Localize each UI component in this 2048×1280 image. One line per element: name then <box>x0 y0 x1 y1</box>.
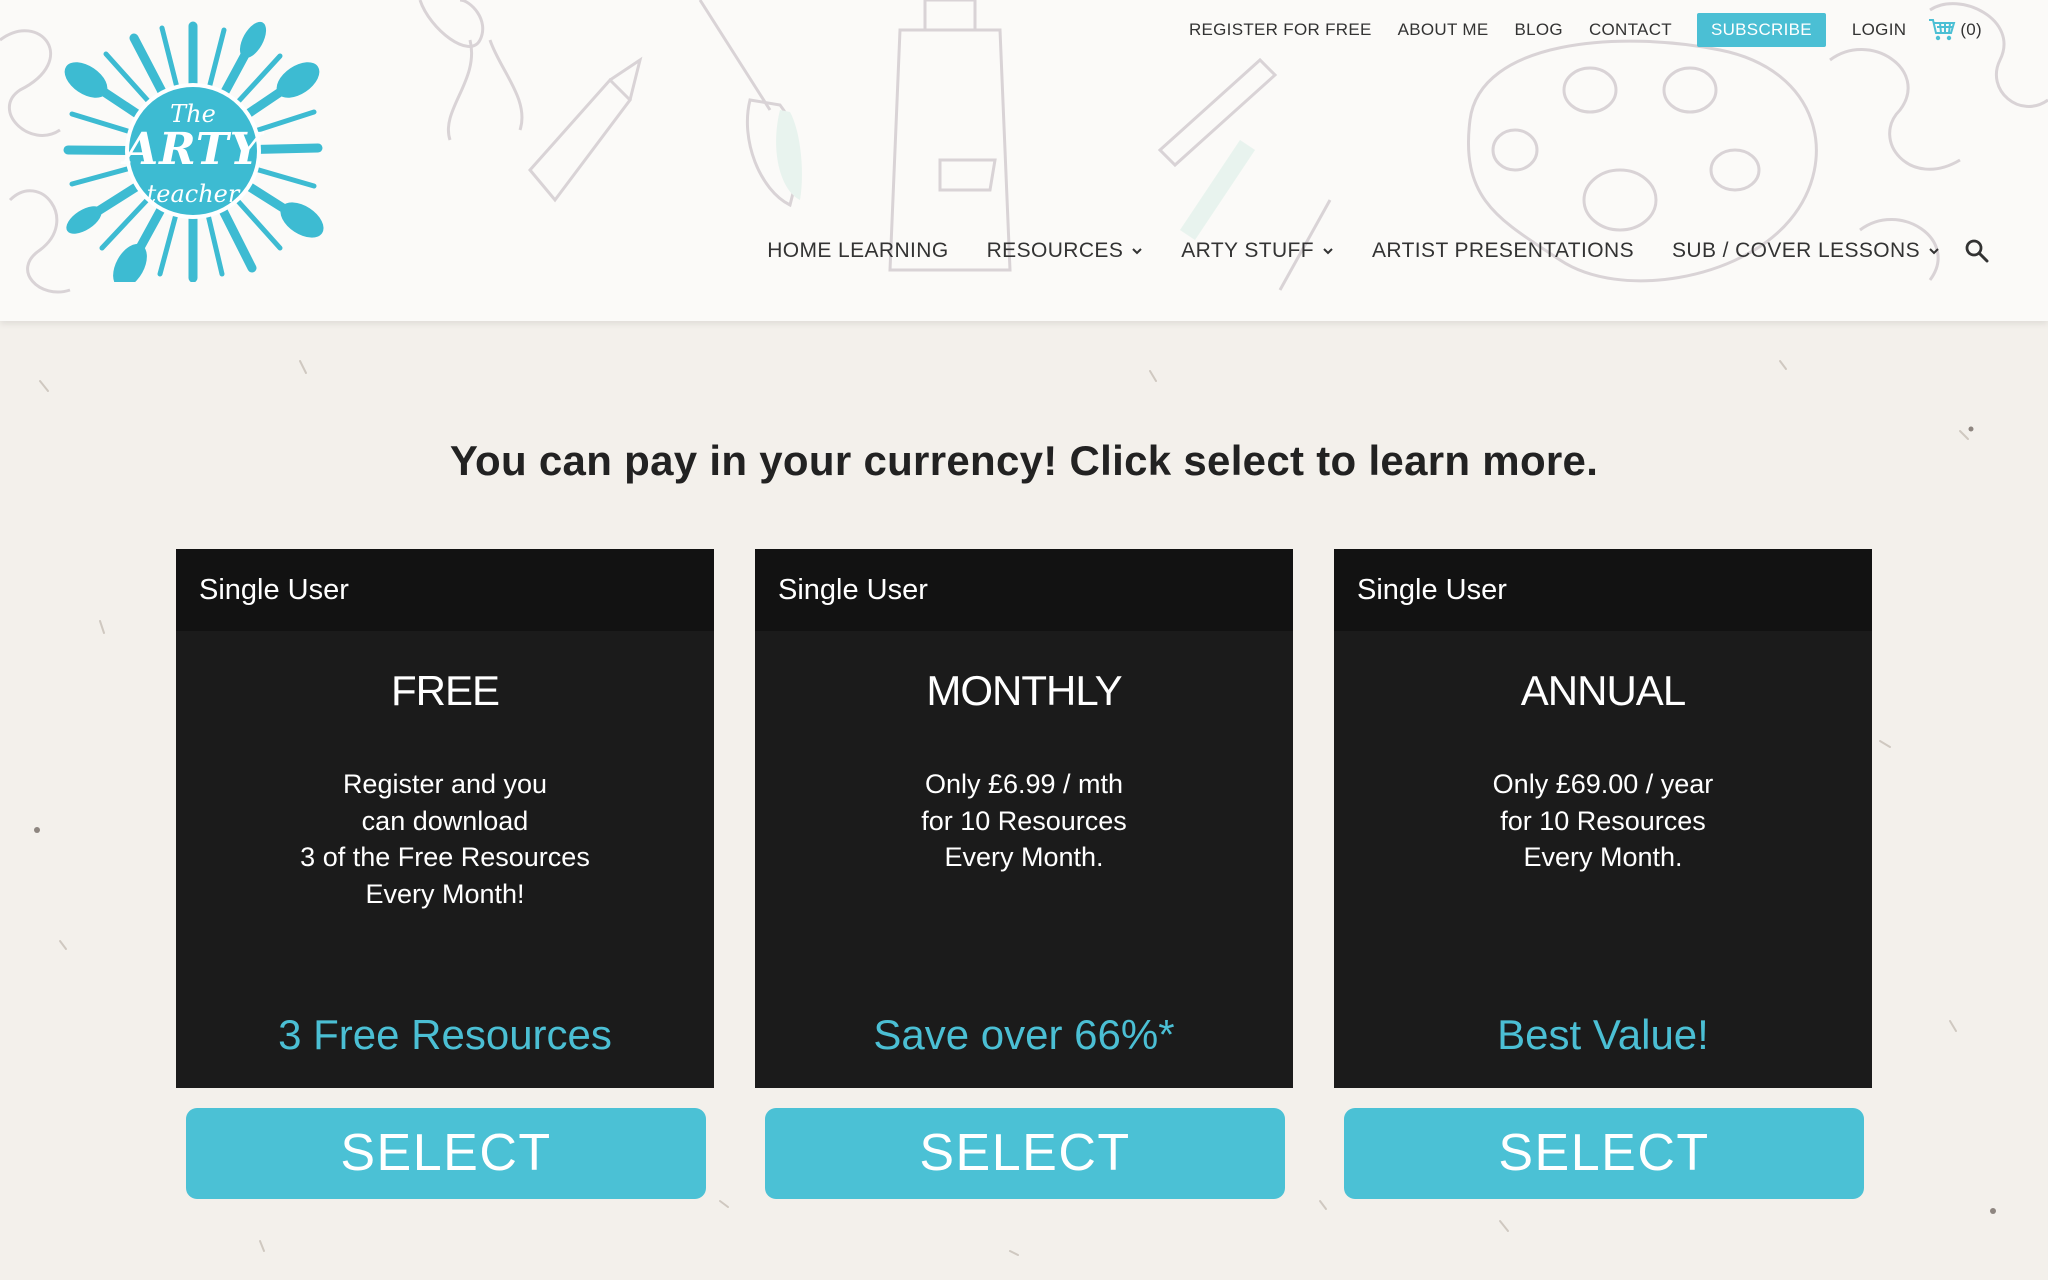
blog-link[interactable]: BLOG <box>1515 17 1563 43</box>
nav-artist-presentations-label: ARTIST PRESENTATIONS <box>1371 239 1634 262</box>
about-link[interactable]: ABOUT ME <box>1398 17 1489 43</box>
plan-description-line: Register and you <box>342 769 548 799</box>
chevron-down-icon <box>1132 248 1142 255</box>
register-link[interactable]: REGISTER FOR FREE <box>1189 17 1372 43</box>
select-monthly-button[interactable]: SELECT <box>765 1108 1285 1199</box>
chevron-down-icon <box>1929 248 1939 255</box>
plan-card-monthly: Single User MONTHLY Only £6.99 / mth for… <box>755 549 1293 1088</box>
plan-card-annual: Single User ANNUAL Only £69.00 / year fo… <box>1334 549 1872 1088</box>
plan-description-line: for 10 Resources <box>1500 805 1706 836</box>
plan-highlight: Save over 66%* <box>873 1011 1175 1058</box>
plan-highlight: Best Value! <box>1497 1011 1709 1058</box>
nav-artist-presentations[interactable]: ARTIST PRESENTATIONS <box>1372 239 1634 263</box>
plan-description: Only £69.00 / year for 10 Resources Ever… <box>1334 766 1872 876</box>
search-icon <box>1965 239 1989 263</box>
nav-sub-cover-label: SUB / COVER LESSONS <box>1671 239 1920 262</box>
plan-title: FREE <box>390 667 500 714</box>
plan-description-line: Every Month. <box>1523 842 1683 872</box>
plan-description-line: Every Month. <box>944 842 1104 872</box>
nav-home-learning-label: HOME LEARNING <box>767 239 949 262</box>
nav-arty-stuff[interactable]: ARTY STUFF <box>1181 239 1334 263</box>
chevron-down-icon <box>1323 248 1333 255</box>
subscribe-button[interactable]: SUBSCRIBE <box>1696 13 1826 47</box>
nav-arty-stuff-label: ARTY STUFF <box>1181 239 1314 262</box>
search-button[interactable] <box>1964 238 1990 264</box>
cart-count: (0) <box>1960 20 1982 39</box>
plan-description: Register and you can download 3 of the F… <box>176 766 714 912</box>
plan-card-header: Single User <box>1334 549 1872 631</box>
plan-card-header: Single User <box>755 549 1293 631</box>
nav-home-learning[interactable]: HOME LEARNING <box>767 239 948 263</box>
plan-card-header: Single User <box>176 549 714 631</box>
plan-description-line: for 10 Resources <box>921 805 1127 836</box>
select-free-button[interactable]: SELECT <box>186 1108 706 1199</box>
nav-resources-label: RESOURCES <box>986 239 1124 262</box>
pricing-headline: You can pay in your currency! Click sele… <box>449 437 1599 484</box>
site-header: The ARTY teacher REGISTER FOR FREE ABOUT… <box>0 0 2048 321</box>
plan-description-line: 3 of the Free Resources <box>300 842 590 872</box>
plan-title: ANNUAL <box>1520 667 1686 714</box>
cart-link[interactable]: (0) <box>1928 17 1982 43</box>
contact-link[interactable]: CONTACT <box>1589 17 1672 43</box>
cart-icon <box>1929 19 1956 41</box>
utility-nav: REGISTER FOR FREE ABOUT ME BLOG CONTACT … <box>1163 13 1982 47</box>
plan-title: MONTHLY <box>926 667 1122 714</box>
nav-sub-cover-lessons[interactable]: SUB / COVER LESSONS <box>1672 239 1940 263</box>
plan-description-line: Only £69.00 / year <box>1492 769 1714 799</box>
plan-card-free: Single User FREE Register and you can do… <box>176 549 714 1088</box>
plan-highlight: 3 Free Resources <box>278 1011 612 1058</box>
nav-resources[interactable]: RESOURCES <box>987 239 1144 263</box>
login-link[interactable]: LOGIN <box>1852 17 1906 43</box>
plan-description-line: can download <box>361 805 529 836</box>
plan-description-line: Only £6.99 / mth <box>924 769 1124 799</box>
select-annual-button[interactable]: SELECT <box>1344 1108 1864 1199</box>
arty-teacher-logo[interactable] <box>62 20 324 282</box>
main-nav: HOME LEARNING RESOURCES ARTY STUFF ARTIS… <box>767 238 1990 264</box>
plan-description-line: Every Month! <box>365 878 525 909</box>
plan-description: Only £6.99 / mth for 10 Resources Every … <box>755 766 1293 876</box>
